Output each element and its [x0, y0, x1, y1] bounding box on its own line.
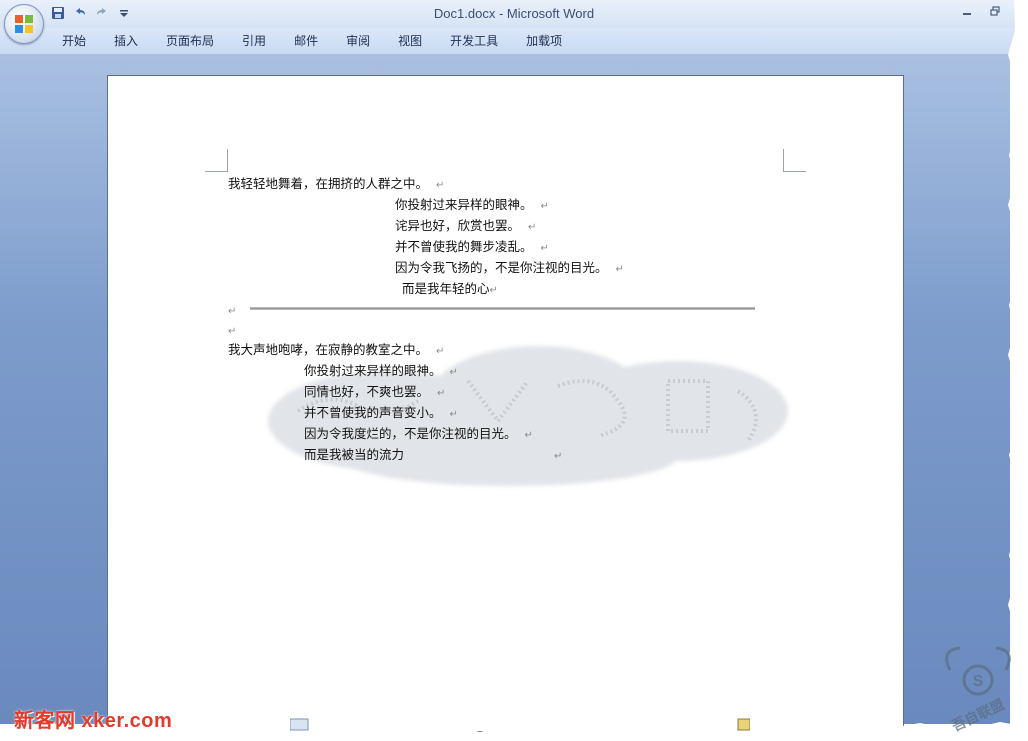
- line-text: 我轻轻地舞着，在拥挤的人群之中。: [228, 176, 429, 191]
- paragraph-mark: ↵: [554, 451, 563, 462]
- paragraph-mark: ↵: [228, 326, 237, 337]
- text-line[interactable]: 而是我被当的流力 ↵: [304, 447, 562, 465]
- paragraph-mark: ↵: [540, 201, 549, 212]
- line-text: 你投射过来异样的眼神。: [395, 197, 533, 212]
- tab-insert[interactable]: 插入: [100, 30, 152, 52]
- paragraph-mark: ↵: [437, 388, 446, 399]
- document-page[interactable]: 我轻轻地舞着，在拥挤的人群之中。 ↵ 你投射过来异样的眼神。 ↵ 诧异也好，欣赏也罢…: [107, 75, 904, 732]
- paragraph-mark: ↵: [436, 180, 445, 191]
- tab-page-layout[interactable]: 页面布局: [152, 30, 228, 52]
- text-line[interactable]: 你投射过来异样的眼神。 ↵: [395, 197, 549, 215]
- line-text: 同情也好，不爽也罢。: [304, 384, 430, 399]
- text-line[interactable]: 诧异也好，欣赏也罢。 ↵: [395, 218, 536, 236]
- line-text: 因为令我度烂的，不是你注视的目光。: [304, 426, 517, 441]
- line-text: 并不曾使我的舞步凌乱。: [395, 239, 533, 254]
- minimize-icon[interactable]: [960, 4, 974, 18]
- text-line[interactable]: 我大声地咆哮，在寂静的教室之中。 ↵: [228, 342, 444, 360]
- line-text: 我大声地咆哮，在寂静的教室之中。: [228, 342, 429, 357]
- title-bar: Doc1.docx - Microsoft Word: [0, 0, 1028, 28]
- empty-paragraph[interactable]: ↵: [228, 322, 236, 340]
- paragraph-mark: ↵: [449, 409, 458, 420]
- paragraph-mark: ↵: [615, 264, 624, 275]
- tab-home[interactable]: 开始: [48, 30, 100, 52]
- ribbon-tabs: 开始 插入 页面布局 引用 邮件 审阅 视图 开发工具 加载项: [48, 30, 576, 52]
- paragraph-mark: ↵: [528, 222, 537, 233]
- horizontal-rule: [250, 307, 755, 310]
- paragraph-mark: ↵: [449, 367, 458, 378]
- line-text: 你投射过来异样的眼神。: [304, 363, 442, 378]
- paragraph-mark: ↵: [540, 243, 549, 254]
- line-text: 诧异也好，欣赏也罢。: [395, 218, 521, 233]
- paragraph-mark: ↵: [489, 285, 498, 296]
- tab-add-ins[interactable]: 加载项: [512, 30, 576, 52]
- taskbar-fragment: [289, 716, 751, 731]
- tab-mailings[interactable]: 邮件: [280, 30, 332, 52]
- window-title: Doc1.docx - Microsoft Word: [433, 6, 595, 21]
- line-text: 因为令我飞扬的，不是你注视的目光。: [395, 260, 608, 275]
- line-text: 而是我年轻的心: [402, 281, 490, 296]
- text-line[interactable]: 因为令我飞扬的，不是你注视的目光。 ↵: [395, 260, 624, 278]
- text-line[interactable]: 而是我年轻的心↵: [402, 281, 498, 299]
- tab-references[interactable]: 引用: [228, 30, 280, 52]
- line-text: 而是我被当的流力: [304, 447, 405, 462]
- text-line[interactable]: 我轻轻地舞着，在拥挤的人群之中。 ↵: [228, 176, 444, 194]
- text-line[interactable]: 你投射过来异样的眼神。 ↵: [304, 363, 458, 381]
- paragraph-mark: ↵: [524, 430, 533, 441]
- empty-paragraph[interactable]: ↵: [228, 302, 236, 320]
- text-line[interactable]: 同情也好，不爽也罢。 ↵: [304, 384, 445, 402]
- tab-developer[interactable]: 开发工具: [436, 30, 512, 52]
- office-logo-icon: [15, 15, 33, 33]
- paragraph-mark: ↵: [228, 306, 237, 317]
- svg-text:S: S: [973, 673, 984, 690]
- office-button[interactable]: [4, 4, 44, 44]
- site-watermark-logo: 新客网 xker.com: [14, 710, 173, 732]
- alliance-watermark-logo: S 吾自联盟: [945, 646, 1011, 735]
- text-line[interactable]: 并不曾使我的舞步凌乱。 ↵: [395, 239, 549, 257]
- line-text: 并不曾使我的声音变小。: [304, 405, 442, 420]
- text-line[interactable]: 因为令我度烂的，不是你注视的目光。 ↵: [304, 426, 533, 444]
- margin-corner-top-left: [205, 149, 228, 172]
- alliance-watermark-text: 吾自联盟: [949, 696, 1007, 735]
- window-controls: [960, 4, 1002, 18]
- paragraph-mark: ↵: [436, 346, 445, 357]
- tab-view[interactable]: 视图: [384, 30, 436, 52]
- margin-corner-top-right: [783, 149, 806, 172]
- tab-review[interactable]: 审阅: [332, 30, 384, 52]
- text-line[interactable]: 并不曾使我的声音变小。 ↵: [304, 405, 458, 423]
- torn-edge-right: [1008, 0, 1028, 741]
